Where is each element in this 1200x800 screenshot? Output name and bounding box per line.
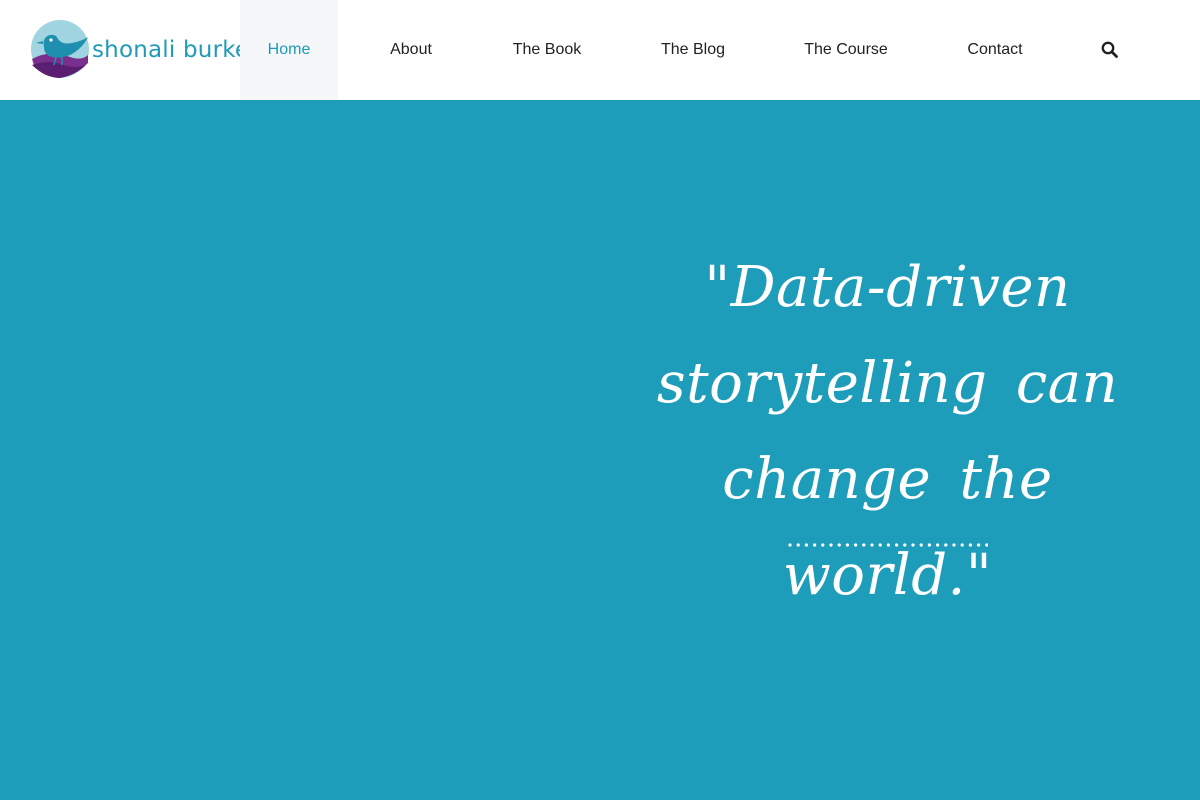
nav-item-the-blog[interactable]: The Blog (610, 0, 776, 100)
nav-item-home[interactable]: Home (240, 0, 338, 100)
hero-quote: "Data-driven storytelling can change the… (656, 255, 1119, 608)
search-button[interactable] (1100, 40, 1120, 60)
site-logo[interactable]: shonali burke (30, 18, 249, 80)
brand-name: shonali burke (92, 37, 250, 63)
nav-item-the-course[interactable]: The Course (776, 0, 916, 100)
nav-item-contact[interactable]: Contact (916, 0, 1074, 100)
nav-item-the-book[interactable]: The Book (484, 0, 610, 100)
dotted-divider (788, 543, 988, 547)
nav-item-about[interactable]: About (338, 0, 484, 100)
bird-logo-icon (31, 20, 89, 78)
main-nav: Home About The Book The Blog The Course … (240, 0, 1074, 100)
hero-section: "Data-driven storytelling can change the… (0, 100, 1200, 800)
search-icon (1101, 41, 1118, 58)
site-header: shonali burke Home About The Book The Bl… (0, 0, 1200, 100)
